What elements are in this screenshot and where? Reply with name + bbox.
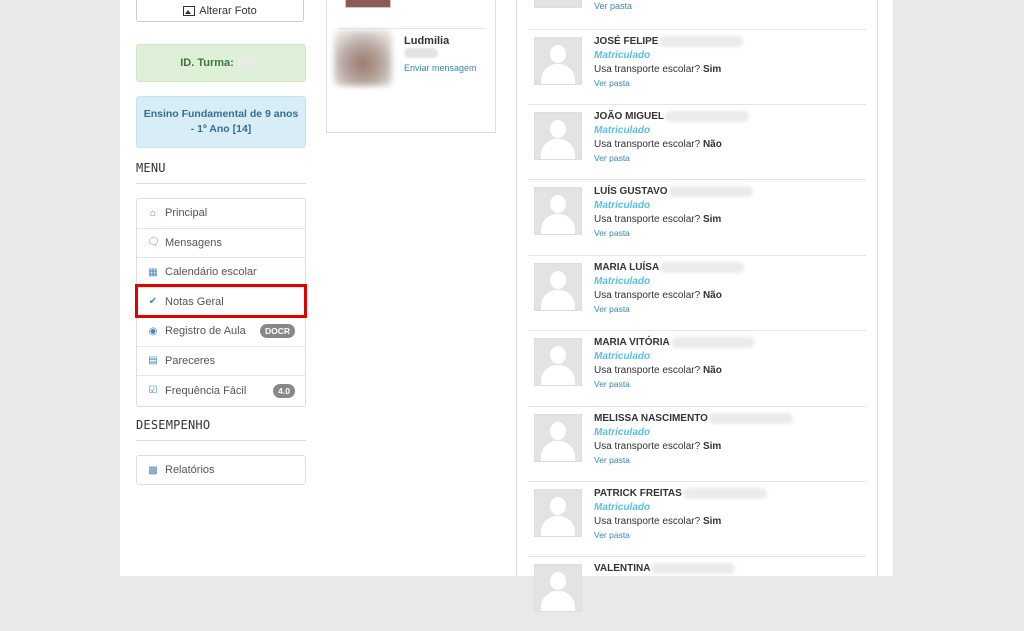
student-name: VALENTINA (594, 563, 736, 574)
ver-pasta-link[interactable]: Ver pasta (594, 1, 632, 11)
student-surname-redacted (668, 186, 753, 197)
registro-badge: DOCR (259, 324, 295, 339)
student-surname-redacted (660, 262, 745, 273)
contact-name: Ludmilia (404, 35, 450, 47)
contact-role-redacted (404, 48, 438, 58)
student-photo (534, 338, 582, 386)
calendar-icon: ▦ (148, 266, 158, 278)
student-photo (534, 187, 582, 235)
menu-item-label: Registro de Aula (165, 325, 246, 338)
menu-item-notas-geral[interactable]: ✔ Notas Geral (137, 288, 305, 317)
student-status: Matriculado (594, 200, 651, 211)
student-transport: Usa transporte escolar? Não (594, 139, 722, 150)
menu-item-relatorios[interactable]: ▩ Relatórios (136, 455, 306, 485)
record-icon: ◉ (148, 325, 158, 337)
menu-item-label: Frequência Fácil (165, 384, 247, 397)
list-item: MARIA LUÍSA Matriculado Usa transporte esc… (528, 255, 866, 330)
turma-id-redacted (237, 58, 262, 68)
student-photo (534, 37, 582, 85)
menu-item-label: Pareceres (165, 354, 216, 367)
menu-item-label: Relatórios (165, 464, 215, 476)
student-name: MARIA VITÓRIA (594, 337, 755, 348)
student-surname-redacted (682, 488, 767, 499)
student-name: PATRICK FREITAS (594, 488, 767, 499)
turma-id-box: ID. Turma: (136, 44, 306, 82)
ensino-text: Ensino Fundamental de 9 anos - 1º Ano [1… (143, 108, 299, 135)
menu-item-label: Calendário escolar (165, 266, 257, 279)
menu-item-label: Mensagens (165, 236, 222, 249)
list-item: JOÃO MIGUEL Matriculado Usa transporte esc… (528, 104, 866, 179)
ver-pasta-link[interactable]: Ver pasta (594, 228, 630, 238)
student-status: Matriculado (594, 502, 651, 513)
list-item: MELISSA NASCIMENTO Matriculado Usa transpo… (528, 406, 866, 481)
student-transport: Usa transporte escolar? Sim (594, 516, 722, 527)
menu-item-principal[interactable]: ⌂ Principal (137, 199, 305, 229)
list-item: PATRICK FREITAS Matriculado Usa transporte… (528, 481, 866, 556)
menu-item-label: Notas Geral (165, 295, 224, 308)
student-photo (534, 263, 582, 311)
ver-pasta-link[interactable]: Ver pasta (594, 455, 630, 465)
student-photo (534, 489, 582, 537)
student-surname-redacted (665, 111, 750, 122)
card-icon: ▤ (148, 355, 158, 367)
contact-avatar-top (345, 0, 391, 8)
student-transport: Usa transporte escolar? Sim (594, 441, 722, 452)
home-icon: ⌂ (149, 207, 157, 219)
desempenho-title: DESEMPENHO (136, 418, 306, 441)
student-photo (534, 564, 582, 612)
student-photo (534, 414, 582, 462)
ver-pasta-link[interactable]: Ver pasta (594, 530, 630, 540)
student-surname-redacted (708, 413, 793, 424)
student-surname-redacted (670, 337, 755, 348)
list-item: MARIA VITÓRIA Matriculado Usa transporte e… (528, 330, 866, 405)
student-status: Matriculado (594, 50, 651, 61)
student-name: MELISSA NASCIMENTO (594, 413, 793, 424)
student-photo (534, 112, 582, 160)
checkbox-icon: ☑ (148, 385, 158, 397)
avatar (334, 30, 392, 86)
student-transport: Usa transporte escolar? Não (594, 365, 722, 376)
student-transport: Usa transporte escolar? Não (594, 290, 722, 301)
menu-item-label: Principal (165, 207, 208, 220)
menu-item-frequencia-facil[interactable]: ☑ Frequência Fácil 4.0 (137, 376, 305, 406)
menu-item-pareceres[interactable]: ▤ Pareceres (137, 347, 305, 376)
student-name: JOÃO MIGUEL (594, 111, 750, 122)
student-name: MARIA LUÍSA (594, 262, 745, 273)
student-name: LUÍS GUSTAVO (594, 186, 753, 197)
list-item: VALENTINA (528, 556, 866, 631)
list-item: LUÍS GUSTAVO Matriculado Usa transporte es… (528, 179, 866, 254)
alterar-foto-button[interactable]: Alterar Foto (136, 0, 304, 22)
alterar-foto-label: Alterar Foto (199, 4, 257, 17)
menu-item-mensagens[interactable]: 🗨 Mensagens (137, 229, 305, 258)
menu-item-registro-aula[interactable]: ◉ Registro de Aula DOCR (137, 317, 305, 347)
contact-divider (338, 28, 486, 29)
menu-item-calendario[interactable]: ▦ Calendário escolar (137, 258, 305, 288)
check-icon: ✔ (148, 296, 158, 308)
student-name: JOSÉ FELIPE (594, 36, 744, 47)
image-icon (183, 5, 196, 16)
student-status: Matriculado (594, 351, 651, 362)
student-surname-redacted (651, 563, 736, 574)
ver-pasta-link[interactable]: Ver pasta (594, 304, 630, 314)
ensino-info-box: Ensino Fundamental de 9 anos - 1º Ano [1… (136, 96, 306, 148)
student-status: Matriculado (594, 276, 651, 287)
list-item: JOSÉ FELIPE Matriculado Usa transporte esc… (528, 29, 866, 104)
student-photo (534, 0, 582, 8)
ver-pasta-link[interactable]: Ver pasta (594, 78, 630, 88)
menu-title: MENU (136, 161, 306, 184)
enviar-mensagem-link[interactable]: Enviar mensagem (404, 63, 477, 73)
student-status: Matriculado (594, 427, 651, 438)
chat-icon: 🗨 (147, 237, 160, 249)
ver-pasta-link[interactable]: Ver pasta (594, 379, 630, 389)
frequencia-badge: 4.0 (273, 383, 295, 398)
main-menu: ⌂ Principal 🗨 Mensagens ▦ Calendário esc… (136, 198, 306, 407)
student-transport: Usa transporte escolar? Sim (594, 64, 722, 75)
student-transport: Usa transporte escolar? Sim (594, 214, 722, 225)
turma-id-label: ID. Turma: (180, 57, 234, 69)
bar-chart-icon: ▩ (148, 464, 158, 476)
student-status: Matriculado (594, 125, 651, 136)
student-surname-redacted (659, 36, 744, 47)
ver-pasta-link[interactable]: Ver pasta (594, 153, 630, 163)
